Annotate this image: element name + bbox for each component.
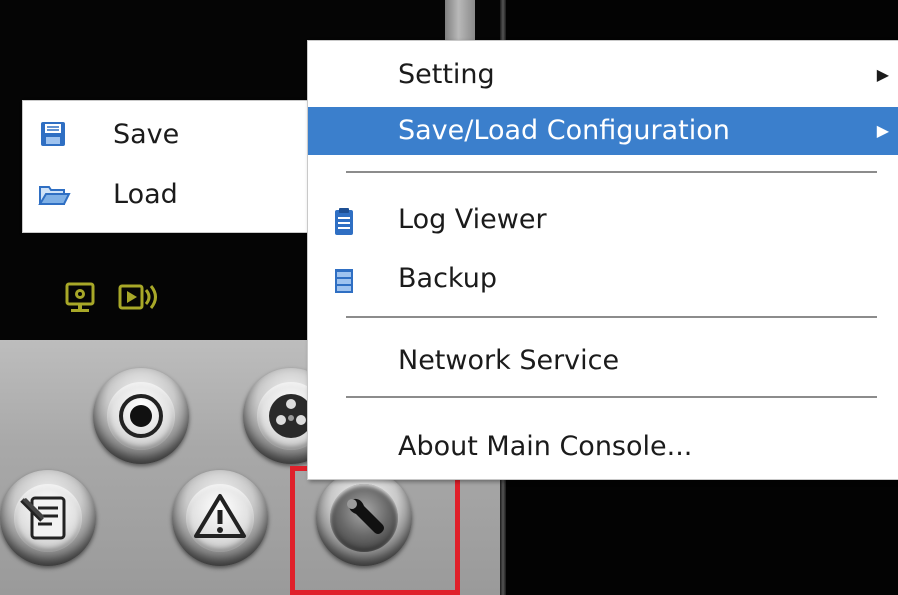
record-icon xyxy=(119,394,163,438)
backup-icon xyxy=(332,264,356,294)
menu-separator xyxy=(346,171,877,173)
menu-label-network-service: Network Service xyxy=(398,345,620,376)
submenu-label-save: Save xyxy=(113,119,180,150)
menu-label-setting: Setting xyxy=(398,59,495,90)
log-viewer-icon xyxy=(332,205,356,235)
wrench-icon xyxy=(347,498,384,534)
panel-edge xyxy=(445,0,475,40)
event-log-button[interactable] xyxy=(0,470,96,566)
record-button[interactable] xyxy=(93,368,189,464)
alarm-button[interactable] xyxy=(172,470,268,566)
folder-open-icon xyxy=(37,179,71,209)
menu-item-backup[interactable]: Backup xyxy=(308,255,898,303)
save-load-submenu: Save Load xyxy=(22,100,310,233)
settings-button[interactable] xyxy=(316,470,412,566)
submenu-arrow-icon: ▶ xyxy=(876,121,889,140)
menu-item-network-service[interactable]: Network Service xyxy=(308,337,898,385)
menu-label-log-viewer: Log Viewer xyxy=(398,204,547,235)
menu-label-save-load-configuration: Save/Load Configuration xyxy=(398,115,730,146)
submenu-item-load[interactable]: Load xyxy=(23,173,309,217)
monitor-icon[interactable] xyxy=(64,282,98,314)
submenu-item-save[interactable]: Save xyxy=(23,113,309,157)
event-log-icon xyxy=(20,496,66,540)
menu-item-setting[interactable]: Setting ▶ xyxy=(308,51,898,99)
menu-item-about-main-console[interactable]: About Main Console... xyxy=(308,423,898,471)
submenu-arrow-icon: ▶ xyxy=(876,65,889,84)
floppy-disk-icon xyxy=(37,119,69,149)
menu-item-log-viewer[interactable]: Log Viewer xyxy=(308,196,898,244)
menu-label-backup: Backup xyxy=(398,263,497,294)
menu-separator xyxy=(346,316,877,318)
alarm-warning-icon xyxy=(194,494,246,538)
main-context-menu: Setting ▶ Save/Load Configuration ▶ Log … xyxy=(307,40,898,480)
menu-separator xyxy=(346,396,877,398)
submenu-label-load: Load xyxy=(113,179,178,210)
playback-speaker-icon[interactable] xyxy=(118,282,157,314)
menu-item-save-load-configuration[interactable]: Save/Load Configuration ▶ xyxy=(308,107,898,155)
menu-label-about-main-console: About Main Console... xyxy=(398,431,693,462)
